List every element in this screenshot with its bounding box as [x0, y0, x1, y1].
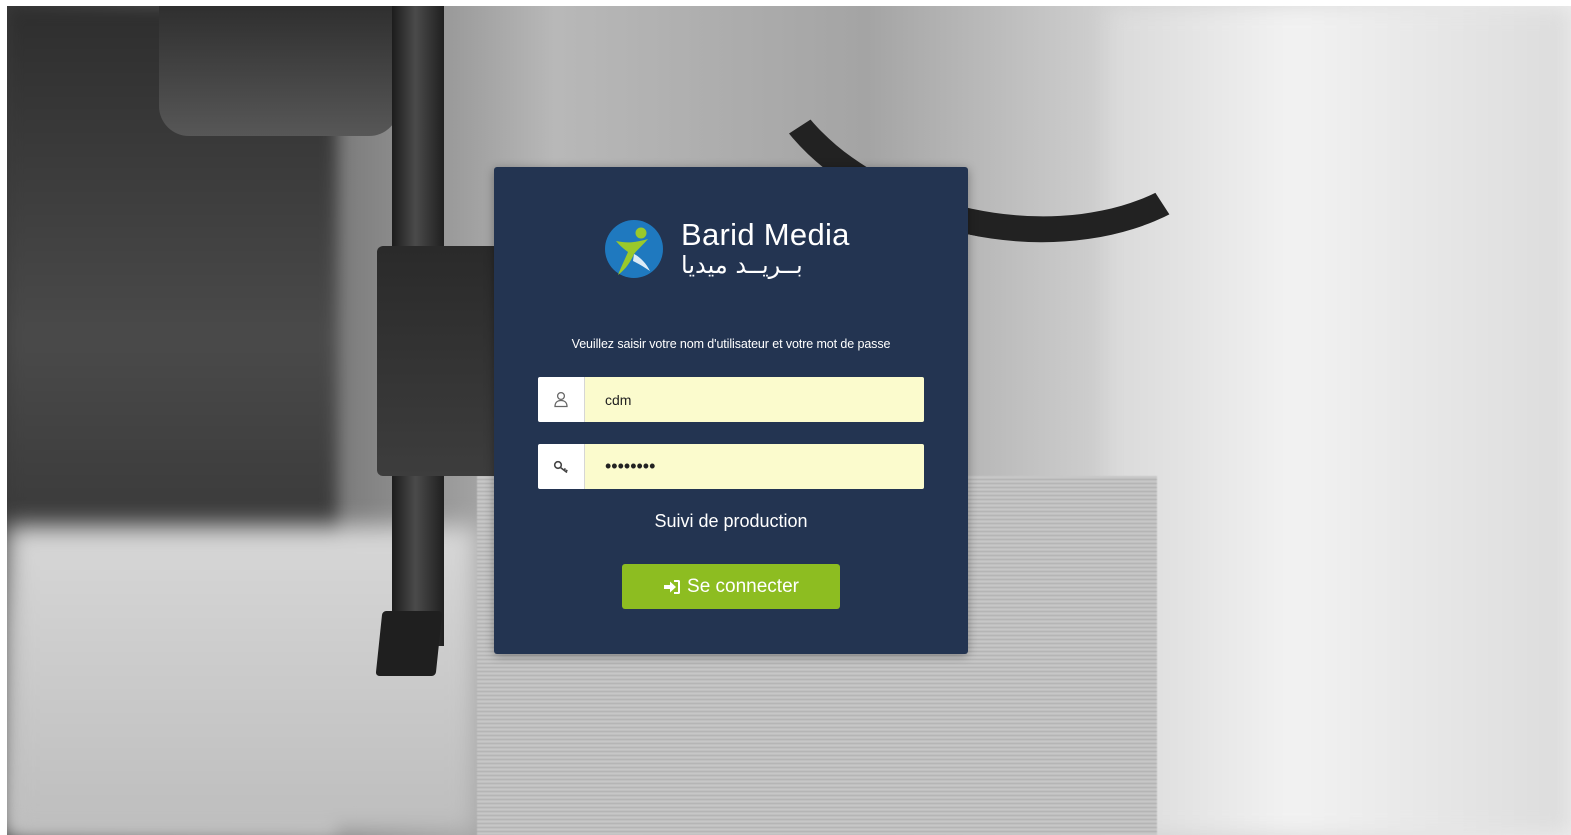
- bg-machine-foot: [375, 611, 443, 676]
- login-button-label: Se connecter: [687, 575, 799, 597]
- login-panel: Barid Media بــريــد ميديا Veuillez sais…: [494, 167, 968, 654]
- username-input[interactable]: [585, 377, 924, 422]
- key-icon: [538, 444, 585, 489]
- barid-media-logo-icon: [605, 220, 663, 278]
- brand-name-latin: Barid Media: [681, 217, 850, 252]
- bg-machine-clamp: [377, 246, 507, 476]
- user-icon: [538, 377, 585, 422]
- app-name: Suivi de production: [654, 511, 808, 531]
- username-field: [538, 377, 924, 422]
- login-button[interactable]: Se connecter: [622, 564, 840, 609]
- sign-in-icon: [663, 579, 681, 595]
- password-field: [538, 444, 924, 489]
- brand-logo: Barid Media بــريــد ميديا: [604, 217, 864, 287]
- brand-name-arabic: بــريــد ميديا: [681, 251, 803, 279]
- login-instruction: Veuillez saisir votre nom d'utilisateur …: [571, 337, 891, 351]
- bg-machine-arm: [159, 6, 399, 136]
- password-input[interactable]: [585, 444, 924, 489]
